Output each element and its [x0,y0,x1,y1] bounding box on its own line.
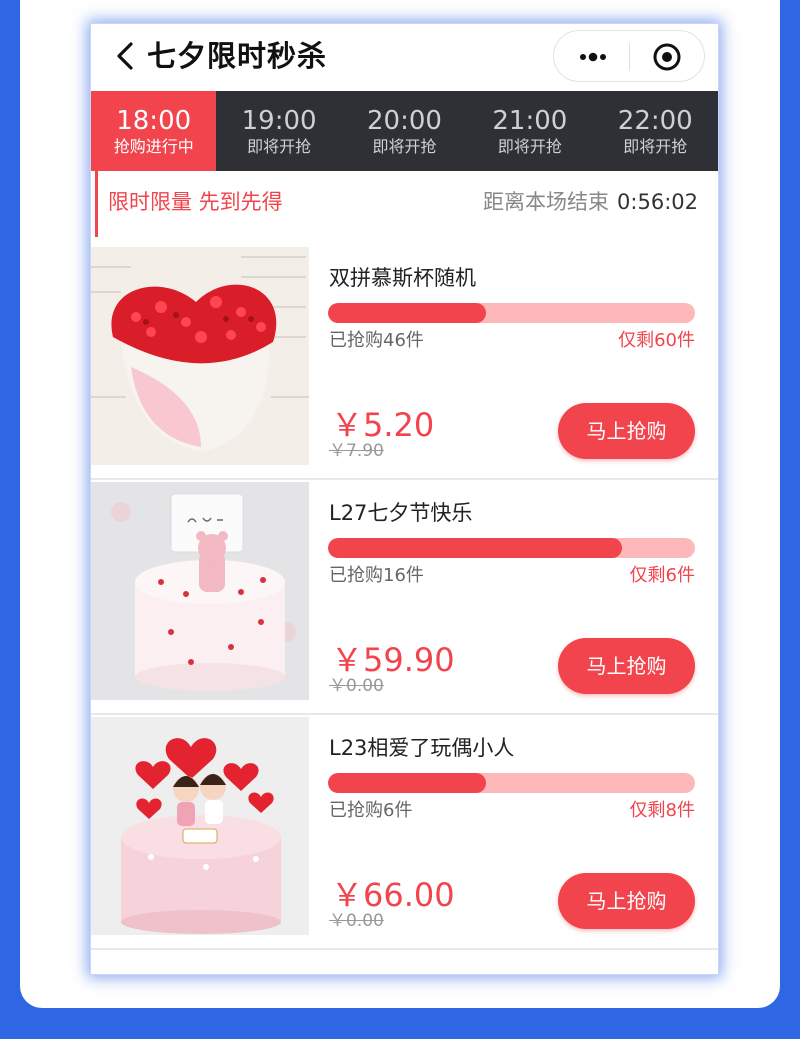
more-icon[interactable] [576,45,610,69]
tab-20-00[interactable]: 20:00 即将开抢 [342,91,467,171]
tab-time: 21:00 [492,106,568,136]
product-list: 双拼慕斯杯随机 已抢购46件 仅剩60件 ￥5.20 ￥7.90 马上抢购 L2… [91,245,718,950]
product-name: L27七夕节快乐 [329,501,473,525]
stock-progress-bar [328,303,695,323]
original-price: ￥0.00 [329,676,384,696]
stock-progress-fill [328,538,622,558]
product-item[interactable]: L23相爱了玩偶小人 已抢购6件 仅剩8件 ￥66.00 ￥0.00 马上抢购 [91,715,718,950]
sale-price: ￥66.00 [331,876,455,914]
page-title: 七夕限时秒杀 [147,39,328,73]
back-icon[interactable] [113,39,139,73]
buy-now-button[interactable]: 马上抢购 [558,403,695,459]
time-tabs: 18:00 抢购进行中 19:00 即将开抢 20:00 即将开抢 21:00 … [91,91,718,171]
tab-status: 即将开抢 [623,137,688,156]
stock-progress-bar [328,538,695,558]
product-name: L23相爱了玩偶小人 [329,736,515,760]
countdown: 距离本场结束 0:56:02 [483,187,698,217]
countdown-label: 距离本场结束 [483,190,610,214]
stock-progress-fill [328,773,486,793]
tab-status: 即将开抢 [247,137,312,156]
slogan-text: 限时限量 先到先得 [108,190,283,214]
sale-price: ￥5.20 [331,406,435,444]
capsule-divider [629,43,630,71]
notice-accent-bar [95,171,98,237]
tab-status: 抢购进行中 [113,137,194,156]
stock-progress-fill [328,303,486,323]
tab-time: 18:00 [116,106,192,136]
tab-18-00[interactable]: 18:00 抢购进行中 [91,91,217,171]
original-price: ￥7.90 [329,441,384,461]
heart-cake-image[interactable] [91,247,309,465]
nav-header: 七夕限时秒杀 [91,24,718,91]
tab-19-00[interactable]: 19:00 即将开抢 [216,91,341,171]
buy-now-button[interactable]: 马上抢购 [558,638,695,694]
couple-cake-image[interactable] [91,717,309,935]
sold-count: 已抢购6件 [329,800,413,821]
product-item[interactable]: L27七夕节快乐 已抢购16件 仅剩6件 ￥59.90 ￥0.00 马上抢购 [91,480,718,715]
tab-time: 19:00 [241,106,317,136]
sold-count: 已抢购16件 [329,565,424,586]
original-price: ￥0.00 [329,911,384,931]
tab-status: 即将开抢 [497,137,562,156]
close-target-icon[interactable] [651,41,683,73]
phone-screen: 七夕限时秒杀 18:00 抢购进行中 19:00 即将开抢 20:00 即将开抢… [91,24,718,974]
buy-now-button[interactable]: 马上抢购 [558,873,695,929]
remaining-count: 仅剩6件 [629,565,695,586]
menu-capsule [553,30,705,82]
stock-progress-bar [328,773,695,793]
countdown-timer: 0:56:02 [617,190,698,214]
tab-status: 即将开抢 [372,137,437,156]
tab-22-00[interactable]: 22:00 即将开抢 [593,91,718,171]
tab-21-00[interactable]: 21:00 即将开抢 [467,91,592,171]
tab-time: 22:00 [617,106,693,136]
product-name: 双拼慕斯杯随机 [329,266,476,290]
remaining-count: 仅剩8件 [629,800,695,821]
notice-bar: 限时限量 先到先得 距离本场结束 0:56:02 [91,171,718,237]
product-item[interactable]: 双拼慕斯杯随机 已抢购46件 仅剩60件 ￥5.20 ￥7.90 马上抢购 [91,245,718,480]
sale-price: ￥59.90 [331,641,455,679]
bear-cake-image[interactable] [91,482,309,700]
tab-time: 20:00 [367,106,442,136]
sold-count: 已抢购46件 [329,330,424,351]
remaining-count: 仅剩60件 [618,330,695,351]
